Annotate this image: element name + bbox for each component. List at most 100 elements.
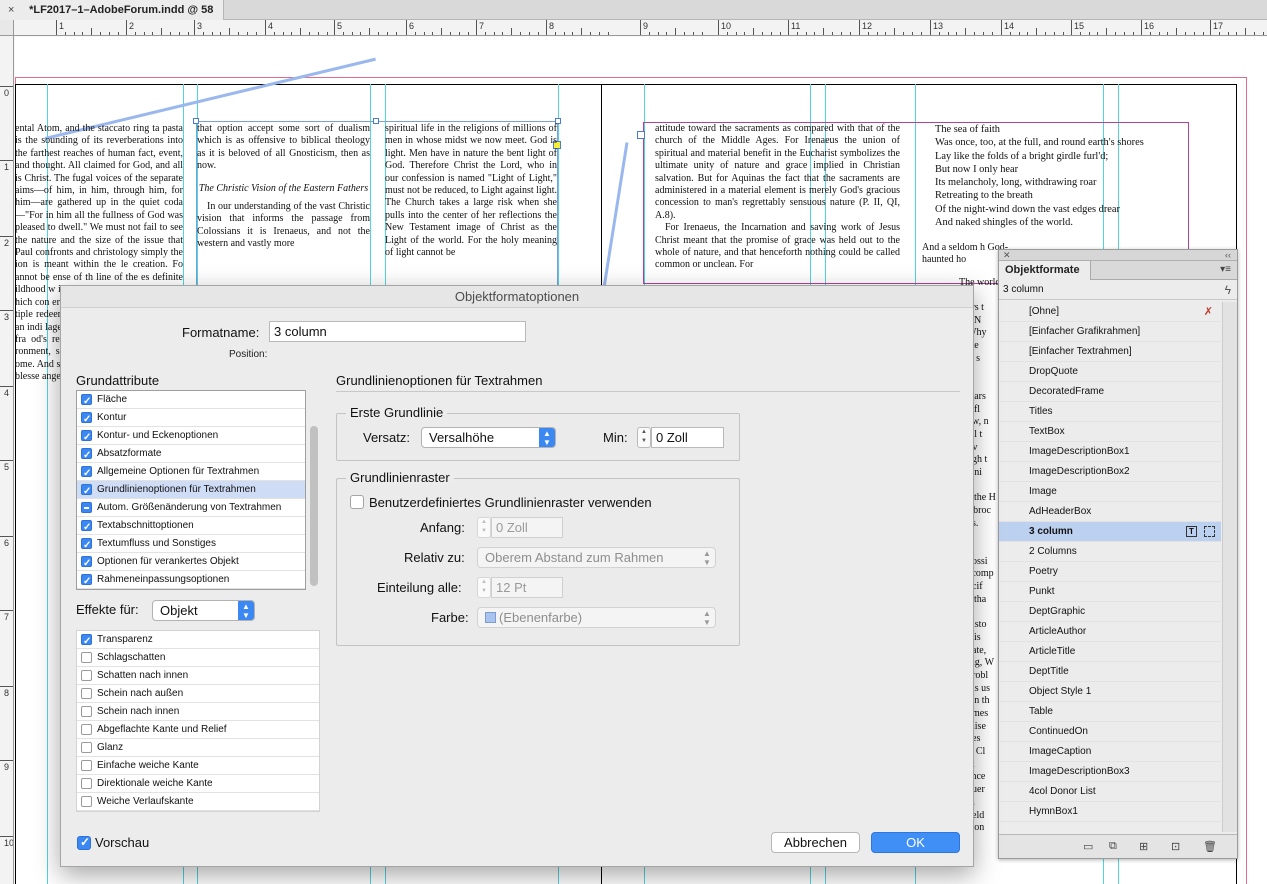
checkbox[interactable] <box>81 393 92 411</box>
object-style-item[interactable]: Object Style 1 <box>999 682 1221 702</box>
cancel-button[interactable]: Abbrechen <box>771 832 860 853</box>
checklist-item[interactable]: Optionen für verankertes Objekt <box>77 553 305 573</box>
color-select[interactable]: (Ebenenfarbe) ▲ ▼ <box>477 607 716 628</box>
new-style-icon[interactable]: ⊡ <box>1171 840 1180 853</box>
object-style-item[interactable]: 4col Donor List <box>999 782 1221 802</box>
checklist-item[interactable]: Grundlinienoptionen für Textrahmen <box>77 481 305 501</box>
clear-overrides-icon[interactable]: ϟ <box>1225 280 1231 300</box>
object-style-item[interactable]: AdHeaderBox <box>999 502 1221 522</box>
object-style-item[interactable]: ImageDescriptionBox2 <box>999 462 1221 482</box>
object-style-item[interactable]: 3 column T <box>999 522 1221 542</box>
checkbox[interactable] <box>81 706 92 717</box>
document-tab[interactable]: × *LF2017–1–AdobeForum.indd @ 58 % <box>0 0 224 36</box>
checklist-item[interactable]: Textumfluss und Sonstiges <box>77 535 305 555</box>
relative-to-select[interactable]: Oberem Abstand zum Rahmen ▲ ▼ <box>477 547 716 568</box>
vertical-ruler[interactable]: 0 1 2 3 4 5 6 7 8 9 10 <box>0 36 14 884</box>
object-style-item[interactable]: [Ohne] ✗ <box>999 302 1221 322</box>
checkbox[interactable] <box>81 633 92 651</box>
start-field[interactable]: 0 Zoll <box>491 517 563 538</box>
ok-button[interactable]: OK <box>871 832 960 853</box>
checkbox[interactable] <box>81 573 92 589</box>
override-icon[interactable]: ⊞ <box>1139 840 1148 853</box>
checklist-item[interactable]: Absatzformate <box>77 445 305 465</box>
object-style-item[interactable]: Table <box>999 702 1221 722</box>
folder-icon[interactable]: ▭ <box>1083 840 1093 853</box>
checklist-item[interactable]: Autom. Größenänderung von Textrahmen <box>77 499 305 517</box>
object-style-item[interactable]: ImageDescriptionBox1 <box>999 442 1221 462</box>
checkbox[interactable] <box>81 429 92 447</box>
min-stepper[interactable]: ▲ ▼ <box>637 427 651 448</box>
start-stepper[interactable]: ▲ ▼ <box>477 517 491 538</box>
object-style-item[interactable]: Punkt <box>999 582 1221 602</box>
checklist-item[interactable]: Kontur- und Eckenoptionen <box>77 427 305 447</box>
collapse-panel-icon[interactable]: ‹‹ <box>1225 250 1231 260</box>
ruler-origin[interactable] <box>0 20 14 36</box>
object-style-item[interactable]: DeptTitle <box>999 662 1221 682</box>
checkbox[interactable] <box>81 502 92 513</box>
object-style-item[interactable]: 2 Columns <box>999 542 1221 562</box>
checklist-item[interactable]: Schein nach außen <box>77 685 319 703</box>
checklist-item[interactable]: Allgemeine Optionen für Textrahmen <box>77 463 305 483</box>
object-style-item[interactable]: DecoratedFrame <box>999 382 1221 402</box>
text-column-4[interactable]: attitude toward the sacraments as compar… <box>655 123 900 283</box>
increment-field[interactable]: 12 Pt <box>491 577 563 598</box>
poem-block[interactable]: The sea of faith Was once, too, at the fu… <box>935 123 1185 233</box>
checkbox[interactable] <box>81 519 92 537</box>
object-style-list[interactable]: [Ohne] ✗ [Einfacher Grafikrahmen] [Einfache… <box>999 302 1221 832</box>
checklist-item[interactable]: Transparenz <box>77 631 319 651</box>
checklist-item[interactable]: Direktionale weiche Kante <box>77 775 319 793</box>
object-style-item[interactable]: Titles <box>999 402 1221 422</box>
object-style-item[interactable]: ImageCaption <box>999 742 1221 762</box>
panel-tab-objektformate[interactable]: Objektformate <box>999 261 1091 280</box>
object-style-item[interactable]: DropQuote <box>999 362 1221 382</box>
trash-icon[interactable]: 🗑 <box>1203 840 1217 853</box>
checklist-item[interactable]: Fläche <box>77 391 305 411</box>
checklist-item[interactable]: Rahmeneinpassungsoptionen <box>77 571 305 589</box>
close-tab-icon[interactable]: × <box>8 0 20 20</box>
checkbox[interactable] <box>81 465 92 483</box>
checklist-item[interactable]: Einfache weiche Kante <box>77 757 319 775</box>
checkbox[interactable] <box>81 796 92 807</box>
checkbox[interactable] <box>81 555 92 573</box>
effects-for-select[interactable]: Objekt ▲ ▼ <box>152 600 255 621</box>
checkbox[interactable] <box>81 483 92 501</box>
checkbox[interactable] <box>81 742 92 753</box>
checkbox[interactable] <box>81 670 92 681</box>
object-style-item[interactable]: DeptGraphic <box>999 602 1221 622</box>
object-style-item[interactable]: [Einfacher Grafikrahmen] <box>999 322 1221 342</box>
checklist-item[interactable]: Weiche Verlaufskante <box>77 793 319 811</box>
checkbox[interactable] <box>81 760 92 771</box>
object-style-item[interactable]: [Einfacher Textrahmen] <box>999 342 1221 362</box>
checklist-item[interactable]: Textabschnittoptionen <box>77 517 305 537</box>
increment-stepper[interactable]: ▲ ▼ <box>477 577 491 598</box>
close-panel-icon[interactable]: ✕ <box>1003 250 1011 260</box>
checkbox[interactable] <box>81 652 92 663</box>
min-field[interactable]: 0 Zoll <box>651 427 724 448</box>
checklist-item[interactable]: Schlagschatten <box>77 649 319 667</box>
panel-scrollbar[interactable] <box>1222 302 1237 832</box>
frame-handle[interactable] <box>373 118 379 124</box>
effects-list[interactable]: Transparenz Schlagschatten Schatten nach i… <box>76 630 320 812</box>
checkbox[interactable] <box>81 447 92 465</box>
text-column-2[interactable]: that option accept some sort of dualism … <box>197 123 370 283</box>
in-port[interactable] <box>637 131 645 139</box>
object-style-item[interactable]: ArticleTitle <box>999 642 1221 662</box>
object-style-item[interactable]: ArticleAuthor <box>999 622 1221 642</box>
checklist-item[interactable]: Kontur <box>77 409 305 429</box>
panel-menu-icon[interactable]: ▾≡ <box>1220 264 1231 275</box>
object-style-item[interactable]: ContinuedOn <box>999 722 1221 742</box>
checkbox[interactable] <box>81 778 92 789</box>
horizontal-ruler[interactable]: 1 2 3 4 5 6 7 8 9 10 11 12 13 14 15 16 17 <box>14 20 1267 36</box>
object-style-item[interactable]: Poetry <box>999 562 1221 582</box>
text-column-3[interactable]: spiritual life in the religions of milli… <box>385 123 557 283</box>
object-style-item[interactable]: HymnBox1 <box>999 802 1221 822</box>
custom-grid-checkbox[interactable] <box>350 495 364 509</box>
checkbox[interactable] <box>81 411 92 429</box>
checkbox[interactable] <box>81 724 92 735</box>
object-style-item[interactable]: Image <box>999 482 1221 502</box>
checklist-item[interactable]: Schein nach innen <box>77 703 319 721</box>
style-group-icon[interactable]: ⧉ <box>1109 840 1117 853</box>
basic-attributes-scrollbar[interactable] <box>310 426 318 586</box>
format-name-field[interactable]: 3 column <box>269 321 526 342</box>
preview-checkbox[interactable] <box>77 835 91 850</box>
